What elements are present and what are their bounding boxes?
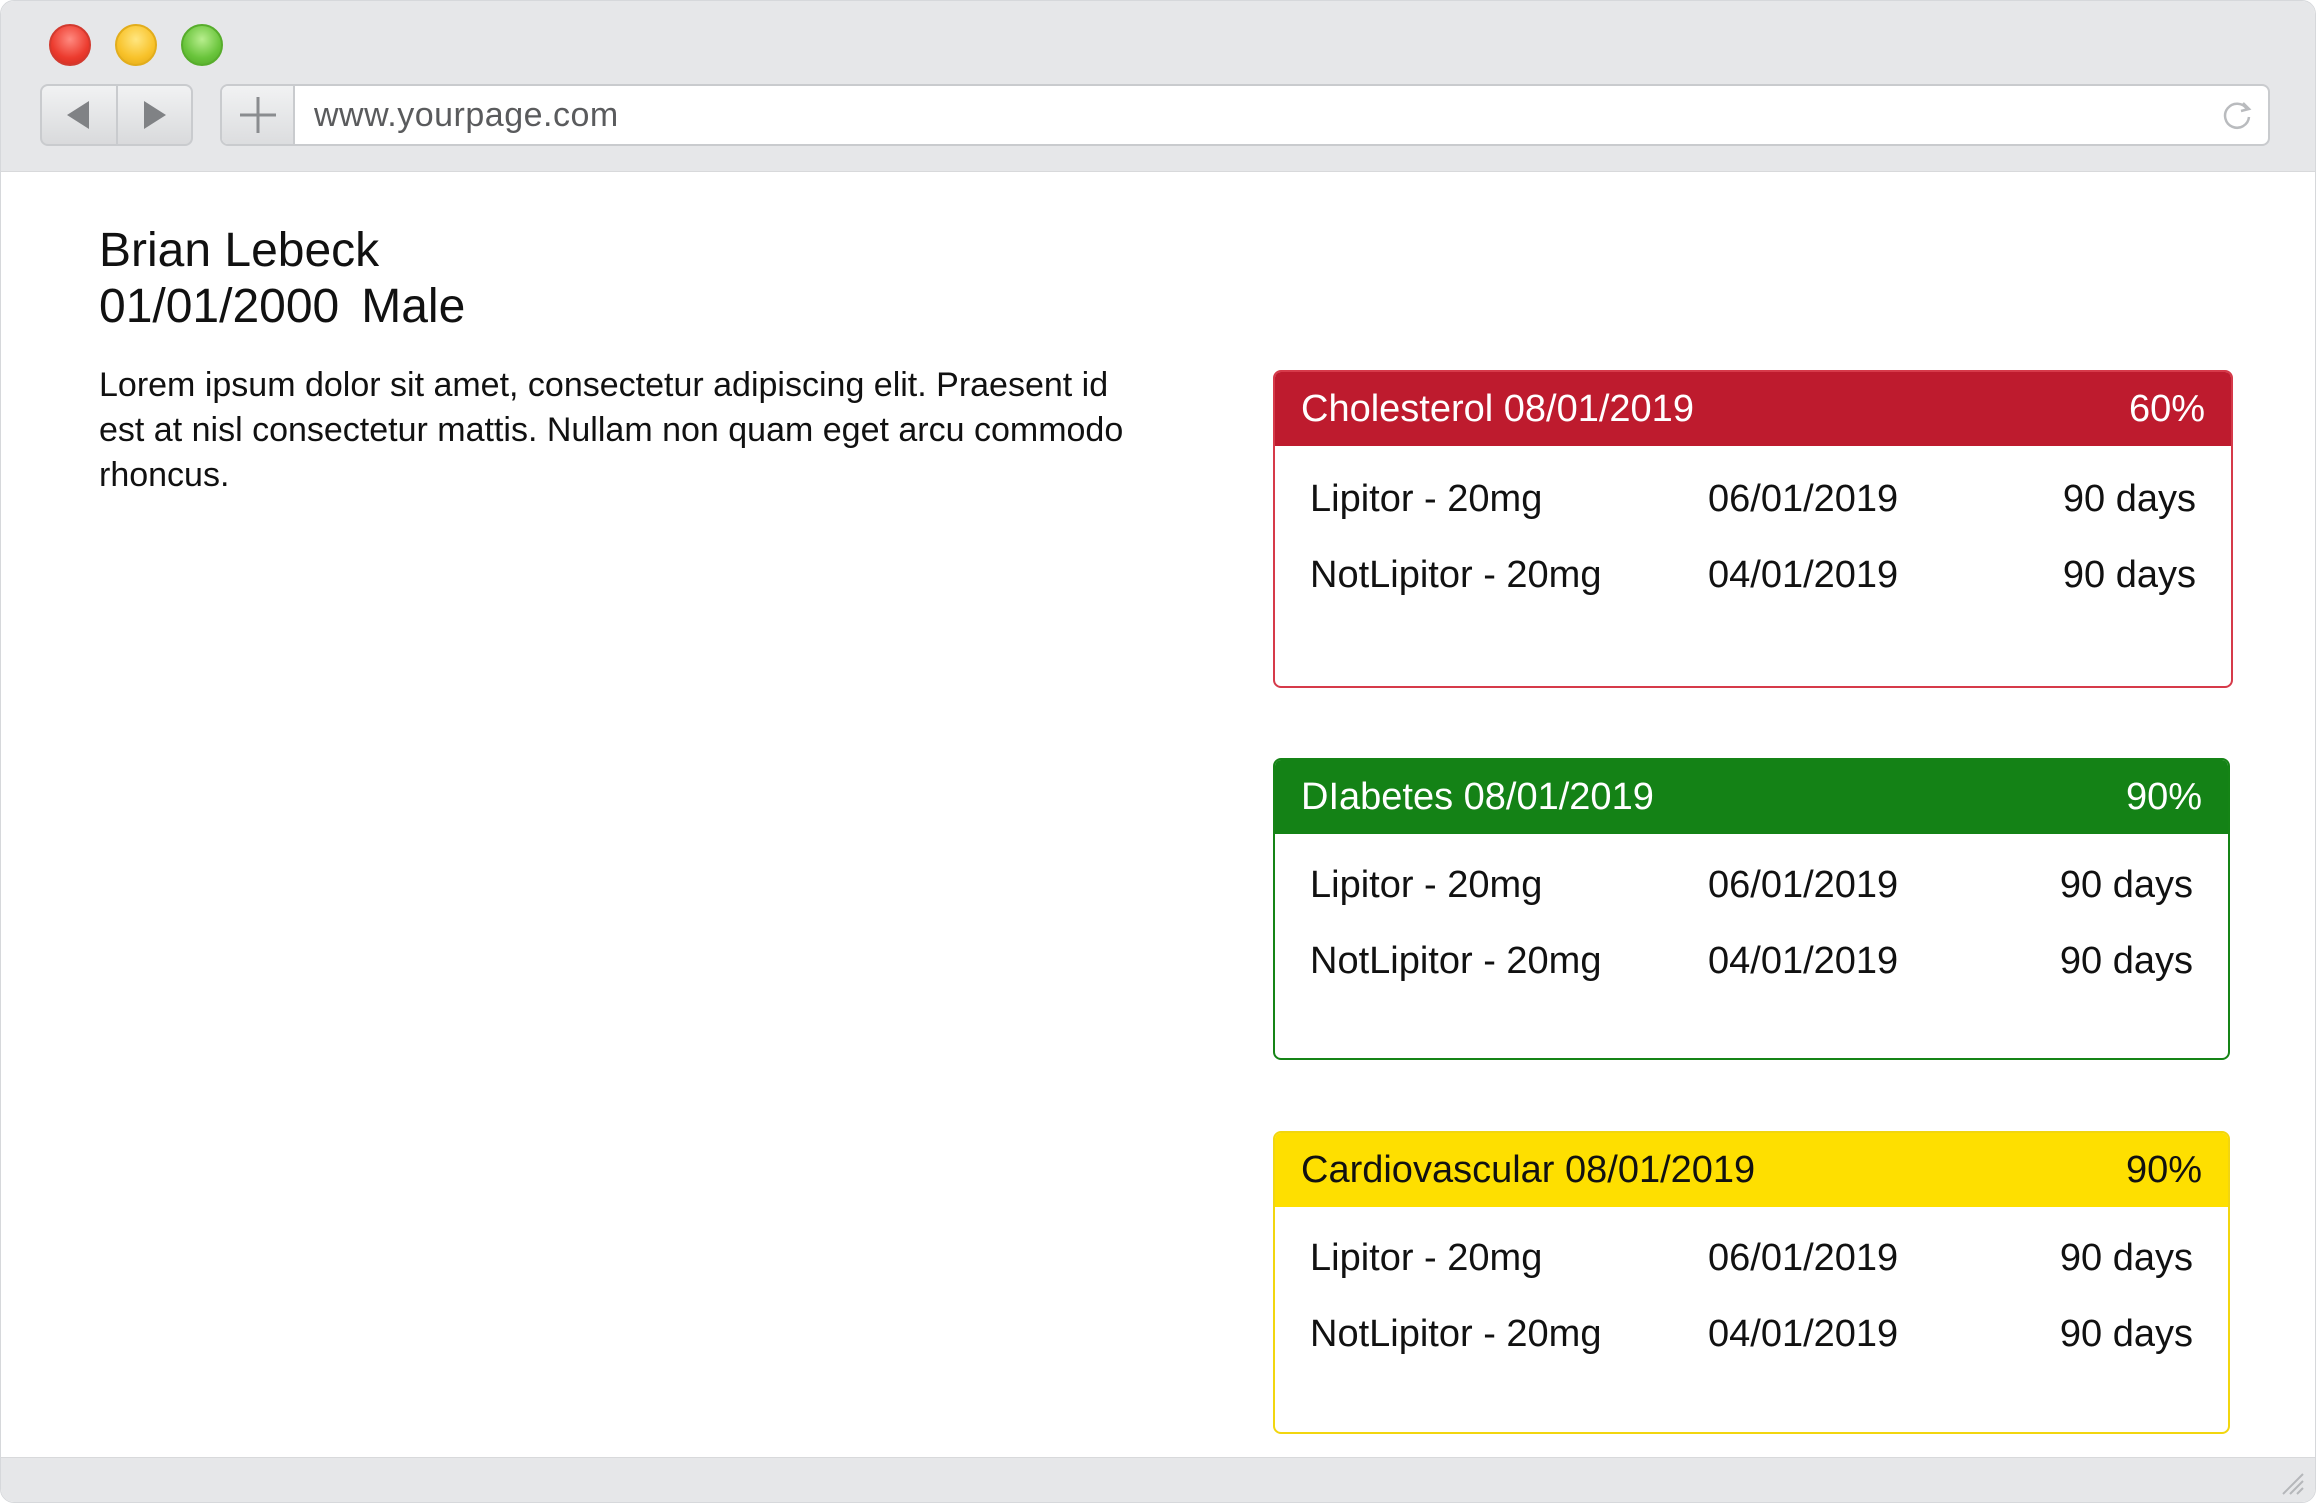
medication-row: NotLipitor - 20mg 04/01/2019 90 days [1275,940,2228,990]
new-tab-button[interactable] [222,86,295,144]
patient-name: Brian Lebeck [99,224,380,277]
back-button[interactable] [42,86,116,144]
forward-arrow-icon [144,101,167,129]
medication-date: 04/01/2019 [1708,1313,1899,1355]
patient-details: 01/01/2000 Male [99,279,465,334]
status-bar [1,1457,2315,1502]
condition-percent: 60% [2128,387,2205,430]
condition-title: Cardiovascular 08/01/2019 [1301,1148,1756,1191]
medication-row: Lipitor - 20mg 06/01/2019 90 days [1275,1237,2228,1287]
condition-header: Cardiovascular 08/01/2019 90% [1275,1133,2228,1207]
condition-title: Cholesterol 08/01/2019 [1301,387,1694,430]
medication-duration: 90 days [2062,478,2196,520]
medication-date: 06/01/2019 [1708,864,1899,906]
medication-name: NotLipitor - 20mg [1310,1313,1602,1355]
patient-description: Lorem ipsum dolor sit amet, consectetur … [99,366,1124,494]
url-text[interactable]: www.yourpage.com [314,86,619,144]
medication-duration: 90 days [2059,1313,2193,1355]
condition-percent: 90% [2125,775,2202,818]
resize-grip-icon[interactable] [2275,1466,2305,1496]
condition-percent: 90% [2125,1148,2202,1191]
medication-date: 06/01/2019 [1708,478,1899,520]
condition-card-cholesterol[interactable]: Cholesterol 08/01/2019 60% Lipitor - 20m… [1273,370,2233,688]
medication-name: NotLipitor - 20mg [1310,940,1602,982]
patient-dob: 01/01/2000 [99,280,340,333]
navigation-buttons [40,84,193,146]
medication-name: Lipitor - 20mg [1310,478,1543,520]
minimize-window-button[interactable] [115,24,157,66]
close-window-button[interactable] [49,24,91,66]
forward-button[interactable] [115,86,192,144]
condition-card-cardiovascular[interactable]: Cardiovascular 08/01/2019 90% Lipitor - … [1273,1131,2230,1434]
patient-sex: Male [361,280,466,333]
condition-card-diabetes[interactable]: DIabetes 08/01/2019 90% Lipitor - 20mg 0… [1273,758,2230,1060]
medication-row: Lipitor - 20mg 06/01/2019 90 days [1275,864,2228,914]
browser-window: www.yourpage.com Brian Lebeck 01/01/2000… [0,0,2316,1503]
medication-name: NotLipitor - 20mg [1310,554,1602,596]
reload-icon[interactable] [2220,98,2254,132]
medication-row: NotLipitor - 20mg 04/01/2019 90 days [1275,1313,2228,1363]
medication-name: Lipitor - 20mg [1310,864,1543,906]
medication-duration: 90 days [2059,1237,2193,1279]
condition-title: DIabetes 08/01/2019 [1301,775,1654,818]
medication-row: Lipitor - 20mg 06/01/2019 90 days [1275,478,2231,528]
plus-icon [239,97,276,133]
medication-row: NotLipitor - 20mg 04/01/2019 90 days [1275,554,2231,604]
condition-header: DIabetes 08/01/2019 90% [1275,760,2228,834]
browser-toolbar: www.yourpage.com [1,1,2315,172]
medication-date: 04/01/2019 [1708,940,1899,982]
zoom-window-button[interactable] [181,24,223,66]
medication-duration: 90 days [2059,864,2193,906]
condition-header: Cholesterol 08/01/2019 60% [1275,372,2231,446]
medication-date: 04/01/2019 [1708,554,1899,596]
medication-duration: 90 days [2062,554,2196,596]
medication-name: Lipitor - 20mg [1310,1237,1543,1279]
medication-date: 06/01/2019 [1708,1237,1899,1279]
back-arrow-icon [66,101,89,129]
medication-duration: 90 days [2059,940,2193,982]
address-bar[interactable]: www.yourpage.com [220,84,2270,146]
